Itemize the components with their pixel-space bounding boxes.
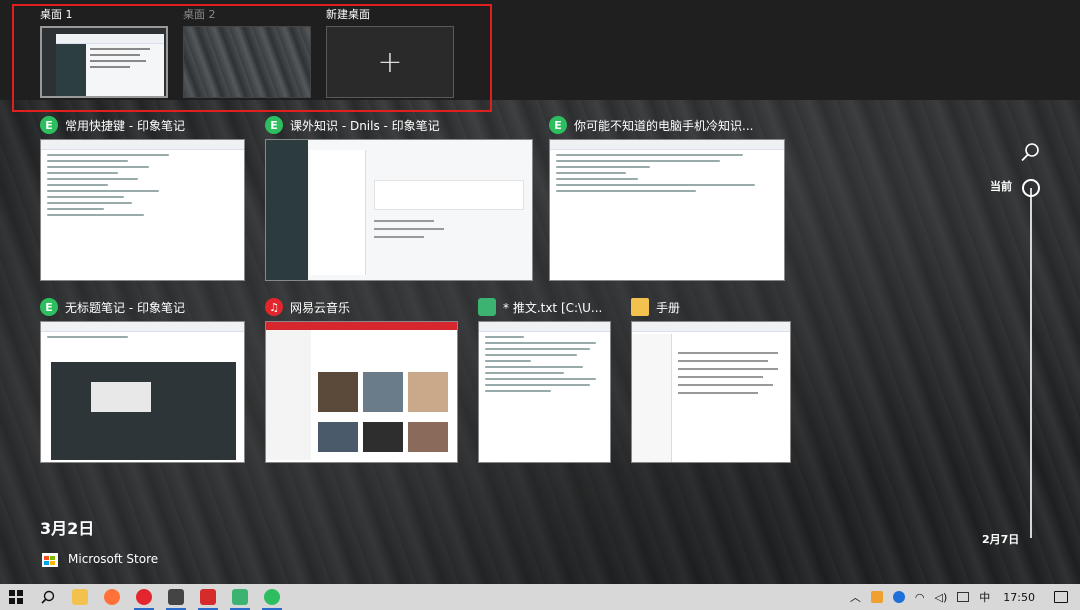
bluetooth-icon[interactable] (892, 591, 905, 603)
evernote-icon: E (549, 116, 567, 134)
evernote-icon (264, 589, 280, 605)
chevron-up-icon[interactable]: ︿ (850, 589, 861, 605)
window-preview (549, 139, 785, 281)
firefox-icon (104, 589, 120, 605)
notepad-icon (478, 298, 496, 316)
adobe-taskbar-button[interactable] (192, 584, 224, 610)
window-preview (40, 321, 245, 463)
netease-music-taskbar-button[interactable] (128, 584, 160, 610)
battery-icon[interactable] (957, 592, 970, 602)
window-preview (478, 321, 611, 463)
notepad-taskbar-button[interactable] (224, 584, 256, 610)
system-tray: ︿ ◠ ◁) 中 17:50 (845, 584, 1080, 610)
window-title: E 课外知识 - Dnils - 印象笔记 (265, 115, 440, 135)
window-card[interactable]: * 推文.txt [C:\U... (478, 298, 611, 463)
window-title: E 你可能不知道的电脑手机冷知识... (549, 115, 753, 135)
evernote-icon: E (40, 116, 58, 134)
search-icon (41, 590, 55, 604)
day-header: 3月2日 (40, 519, 95, 538)
window-title: 手册 (631, 297, 680, 317)
window-card[interactable]: ♫ 网易云音乐 (265, 298, 458, 463)
clock[interactable]: 17:50 (1003, 591, 1035, 604)
timeline-track[interactable] (1030, 188, 1032, 538)
search-icon[interactable] (1020, 142, 1040, 162)
window-title: ♫ 网易云音乐 (265, 297, 350, 317)
window-card[interactable]: E 你可能不知道的电脑手机冷知识... (549, 116, 785, 281)
wifi-icon[interactable]: ◠ (915, 591, 925, 604)
netease-music-icon: ♫ (265, 298, 283, 316)
notification-center-icon[interactable] (1054, 591, 1068, 603)
activity-label: Microsoft Store (68, 552, 159, 566)
adobe-icon (200, 589, 216, 605)
window-preview (40, 139, 245, 281)
window-card[interactable]: E 课外知识 - Dnils - 印象笔记 (265, 116, 533, 281)
window-title: E 无标题笔记 - 印象笔记 (40, 297, 185, 317)
document-icon (168, 589, 184, 605)
folder-icon (72, 589, 88, 605)
taskbar: ︿ ◠ ◁) 中 17:50 (0, 584, 1080, 610)
microsoft-store-icon (40, 549, 60, 569)
volume-icon[interactable]: ◁) (935, 591, 948, 604)
tray-app-icon[interactable] (870, 591, 883, 603)
window-card[interactable]: 手册 (631, 298, 791, 463)
evernote-icon: E (40, 298, 58, 316)
window-title: * 推文.txt [C:\U... (478, 297, 602, 317)
folder-icon (631, 298, 649, 316)
window-title: E 常用快捷键 - 印象笔记 (40, 115, 185, 135)
window-card[interactable]: E 常用快捷键 - 印象笔记 (40, 116, 245, 281)
firefox-taskbar-button[interactable] (96, 584, 128, 610)
input-method-icon[interactable]: 中 (979, 589, 990, 605)
window-preview (265, 139, 533, 281)
window-card[interactable]: E 无标题笔记 - 印象笔记 (40, 298, 245, 463)
desktops-highlight-box (12, 4, 492, 112)
timeline-handle[interactable] (1022, 179, 1040, 197)
notepad-icon (232, 589, 248, 605)
window-preview (265, 321, 458, 463)
evernote-icon: E (265, 116, 283, 134)
window-preview (631, 321, 791, 463)
file-explorer-taskbar-button[interactable] (64, 584, 96, 610)
netease-music-icon (136, 589, 152, 605)
start-button[interactable] (0, 584, 32, 610)
timeline-date-label: 2月7日 (982, 533, 1020, 546)
app-taskbar-button[interactable] (160, 584, 192, 610)
windows-logo-icon (9, 590, 23, 604)
evernote-taskbar-button[interactable] (256, 584, 288, 610)
taskbar-search-button[interactable] (32, 584, 64, 610)
activity-microsoft-store[interactable]: Microsoft Store (40, 549, 158, 569)
timeline-current-label: 当前 (990, 180, 1012, 193)
